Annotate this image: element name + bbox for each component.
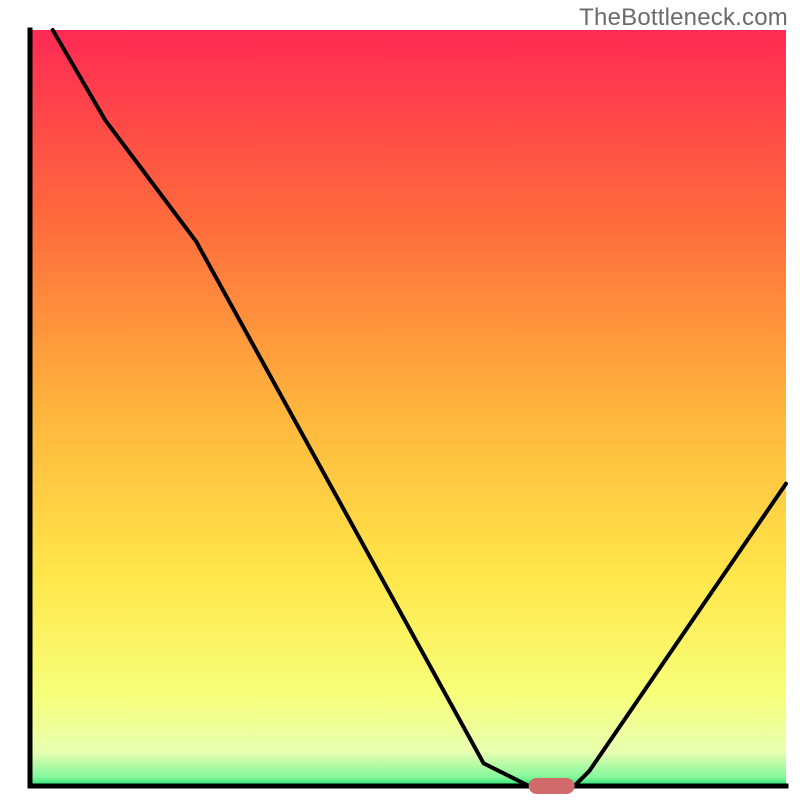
bottleneck-chart (0, 0, 800, 800)
chart-container: TheBottleneck.com (0, 0, 800, 800)
watermark-label: TheBottleneck.com (579, 4, 788, 32)
plot-background (30, 30, 786, 786)
optimal-marker (529, 778, 575, 794)
